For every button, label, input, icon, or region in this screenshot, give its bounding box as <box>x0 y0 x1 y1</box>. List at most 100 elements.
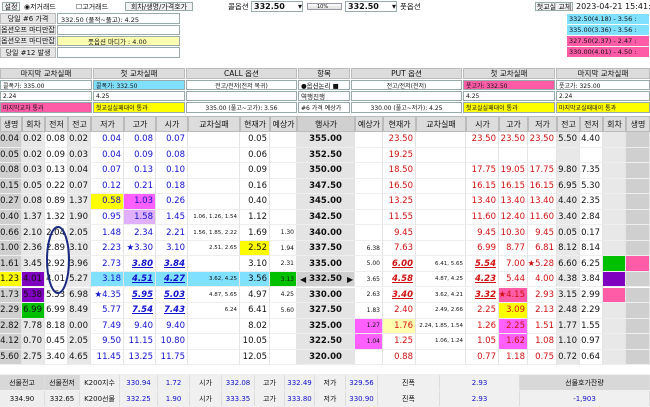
cell <box>626 147 650 164</box>
cell: 1.03 <box>124 194 156 210</box>
col-header-19[interactable]: 회차 <box>603 116 626 132</box>
cell: 1.32 <box>45 209 68 226</box>
cell: 16.15 <box>528 178 557 195</box>
cell: 4.25 <box>270 287 297 304</box>
radio-high[interactable]: ☐ 고거래드 <box>76 2 122 11</box>
cell: 1.00 <box>0 240 22 257</box>
col-header-16[interactable]: 저가 <box>528 116 557 132</box>
strike-price[interactable]: 350.00 <box>297 163 355 179</box>
cell: 13.40 <box>466 194 499 210</box>
cell <box>416 178 466 195</box>
cell: 0.26 <box>156 194 188 210</box>
cell: 2.29 <box>580 303 603 319</box>
col-header-17[interactable]: 전고 <box>557 116 580 132</box>
cell: 3.84 <box>580 271 603 288</box>
right-signal-panel: 332.50(4.18) - 3.56 : 335.00(3.36) - 3.5… <box>567 14 650 58</box>
strike-price[interactable]: 347.50 <box>297 178 355 195</box>
cell: 1.05 <box>466 334 499 350</box>
strike-marker-icon: ◀ <box>300 274 307 284</box>
cell: 0.22 <box>45 178 68 195</box>
col-header-1[interactable]: 회차 <box>22 116 45 132</box>
r2-call <box>186 91 297 101</box>
cell <box>416 349 466 366</box>
status-label-0: 당일 #6 가격 <box>0 13 56 24</box>
r1-item: ●옵션논리 ■ <box>298 80 350 90</box>
cell: 16.15 <box>466 178 499 195</box>
strike-price[interactable]: 320.00 <box>297 349 355 366</box>
cell: 2.52 <box>240 240 270 257</box>
cell: 0.08 <box>124 132 156 148</box>
r3-item: #6 가격 예상가 <box>298 102 350 113</box>
col-header-18[interactable]: 전저 <box>580 116 603 132</box>
cell: 13.40 <box>528 194 557 210</box>
col-header-7[interactable]: 교차실패 <box>188 116 240 132</box>
cell: 1.37 <box>22 209 45 226</box>
col-header-11[interactable]: 예상가 <box>355 116 383 132</box>
cell: 9.45 <box>383 225 416 241</box>
col-header-10[interactable]: 행사가 <box>297 116 355 132</box>
col-header-4[interactable]: 저가 <box>91 116 124 132</box>
cell <box>626 256 650 272</box>
col-header-13[interactable]: 교차실패 <box>416 116 466 132</box>
col-header-15[interactable]: 고가 <box>499 116 528 132</box>
settings-button[interactable]: 설정 <box>2 2 20 11</box>
r3-first-right: 첫교실실패대이 통과 <box>463 102 555 113</box>
col-header-2[interactable]: 전저 <box>45 116 68 132</box>
cell <box>626 349 650 366</box>
footer-r1-1: 선물전저 <box>45 375 80 390</box>
first-fail-reset-button[interactable]: 첫교실 교체 <box>535 2 573 11</box>
h-cross-left: 마지막 교차실패 <box>0 68 92 79</box>
cell <box>416 194 466 210</box>
r2-first: 4.25 <box>93 91 185 101</box>
cell: 12.05 <box>240 349 270 366</box>
strike-price[interactable]: 342.50 <box>297 209 355 226</box>
table-row: 2.29 6.99 6.99 8.49 5.77 7.54 7.43 6.24 6.41 5.60… <box>0 303 650 319</box>
strike-price[interactable]: 340.00 <box>297 225 355 241</box>
r1-first: 콜폭가: 332.50 <box>93 80 185 90</box>
strike-price[interactable]: 325.00 <box>297 318 355 335</box>
cell: ★4.15 <box>499 287 528 304</box>
strike-price[interactable]: 345.00 <box>297 194 355 210</box>
radio-low[interactable]: ◉ 저거래드 <box>24 2 74 11</box>
cell: 19.25 <box>383 147 416 164</box>
cell: 0.88 <box>383 349 416 366</box>
footer-r1-10: 329.56 <box>346 375 378 390</box>
cell: 1.27 <box>355 318 383 335</box>
col-header-0[interactable]: 생명 <box>0 116 22 132</box>
cell <box>466 147 499 164</box>
col-header-3[interactable]: 전고 <box>68 116 91 132</box>
col-header-5[interactable]: 고가 <box>124 116 156 132</box>
col-header-20[interactable]: 생명 <box>626 116 650 132</box>
strike-price[interactable]: 352.50 <box>297 147 355 164</box>
strike-price[interactable]: 322.50 <box>297 334 355 350</box>
strike-price[interactable]: 327.50 <box>297 303 355 319</box>
cell: 11.55 <box>383 209 416 226</box>
footer-r1-9: 저가 <box>315 375 346 390</box>
col-header-14[interactable]: 시가 <box>466 116 499 132</box>
cell: 1.76 <box>383 318 416 335</box>
cell: 0.72 <box>557 349 580 366</box>
strike-price[interactable]: 335.00 <box>297 256 355 272</box>
col-header-12[interactable]: 현재가 <box>383 116 416 132</box>
period-select[interactable]: 회차/생명/가격호가 <box>125 2 193 11</box>
cell: 3.13 <box>270 271 297 288</box>
cell <box>603 132 626 148</box>
cell: 11.75 <box>156 349 188 366</box>
strike-price[interactable]: 337.50 <box>297 240 355 257</box>
col-header-9[interactable]: 예상가 <box>270 116 297 132</box>
cell: 0.03 <box>22 163 45 179</box>
h-item: 항목 <box>298 68 350 79</box>
cell: 1.73 <box>0 287 22 304</box>
cell <box>603 349 626 366</box>
call-line-select[interactable]: 332.50 ▾ <box>251 1 303 12</box>
cell: 2.24, 1.85, 1.54 <box>416 318 466 335</box>
col-header-8[interactable]: 현재가 <box>240 116 270 132</box>
col-header-6[interactable]: 시가 <box>156 116 188 132</box>
cell <box>528 147 557 164</box>
strike-price[interactable]: 355.00 <box>297 132 355 148</box>
strike-price[interactable]: 330.00 <box>297 287 355 304</box>
cell: 0.09 <box>124 147 156 164</box>
highlight-ellipse <box>46 226 70 294</box>
cell <box>603 240 626 257</box>
put-line-select[interactable]: 332.50 ▾ <box>345 1 397 12</box>
